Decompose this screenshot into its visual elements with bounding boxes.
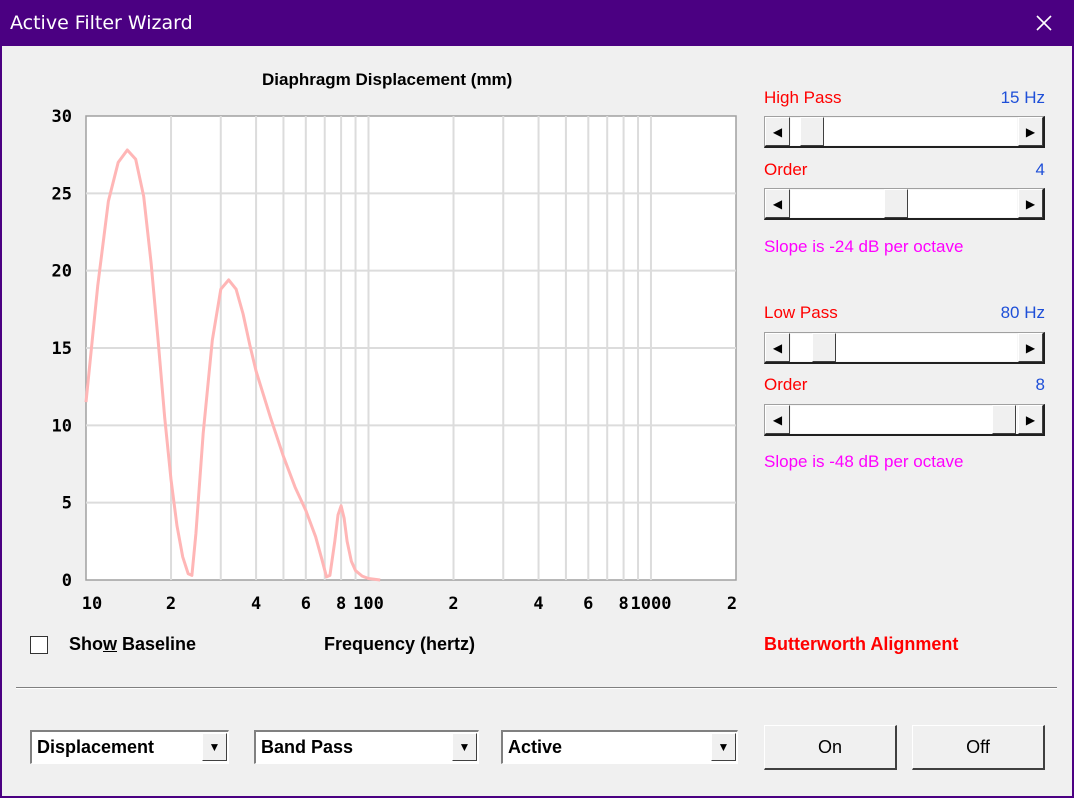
lp-slope-text: Slope is -48 dB per octave <box>764 452 964 471</box>
filter-kind-select[interactable]: Active ▼ <box>501 730 738 764</box>
high-pass-value: 15 Hz <box>1000 88 1045 107</box>
hp-order-left-arrow[interactable]: ◀ <box>765 189 790 218</box>
close-button[interactable] <box>1014 0 1074 46</box>
mode-select-button[interactable]: ▼ <box>202 733 227 761</box>
chevron-down-icon: ▼ <box>458 740 471 754</box>
active-filter-wizard-window: Active Filter Wizard Diaphragm Displacem… <box>0 0 1074 798</box>
low-pass-right-arrow[interactable]: ▶ <box>1018 333 1043 362</box>
filter-type-select[interactable]: Band Pass ▼ <box>254 730 479 764</box>
y-tick-label: 30 <box>52 107 72 127</box>
x-tick-label: 1000 <box>630 594 671 614</box>
x-tick-label: 8 <box>618 594 628 614</box>
y-tick-label: 15 <box>52 339 72 359</box>
alignment-text: Butterworth Alignment <box>764 634 959 654</box>
arrow-left-icon: ◀ <box>772 196 783 211</box>
x-tick-label: 100 <box>353 594 384 614</box>
high-pass-right-arrow[interactable]: ▶ <box>1018 117 1043 146</box>
lp-order-value: 8 <box>1035 375 1045 394</box>
y-tick-label: 25 <box>52 184 72 204</box>
arrow-right-icon: ▶ <box>1025 196 1036 211</box>
arrow-left-icon: ◀ <box>772 124 783 139</box>
x-tick-label: 6 <box>301 594 311 614</box>
low-pass-value: 80 Hz <box>1000 303 1045 322</box>
y-tick-label: 0 <box>62 571 72 591</box>
displacement-chart: 30252015105010 2 4 6 8 100 2 4 6 8 1000 2 <box>52 107 738 614</box>
high-pass-thumb[interactable] <box>800 117 824 146</box>
low-pass-slider[interactable]: ◀ ▶ <box>764 332 1045 364</box>
show-baseline-accelerator: w <box>103 634 118 654</box>
show-baseline-label-part: Baseline <box>117 634 197 654</box>
filter-type-select-value: Band Pass <box>261 737 354 757</box>
on-button[interactable]: On <box>764 725 897 770</box>
arrow-right-icon: ▶ <box>1025 340 1036 355</box>
show-baseline-label[interactable]: Show Baseline <box>69 634 196 655</box>
high-pass-left-arrow[interactable]: ◀ <box>765 117 790 146</box>
low-pass-left-arrow[interactable]: ◀ <box>765 333 790 362</box>
off-button[interactable]: Off <box>912 725 1045 770</box>
hp-order-label: Order <box>764 160 808 179</box>
x-tick-label: 6 <box>583 594 593 614</box>
hp-slope-text: Slope is -24 dB per octave <box>764 237 964 256</box>
filter-kind-select-button[interactable]: ▼ <box>711 733 736 761</box>
x-axis-title: Frequency (hertz) <box>324 634 476 654</box>
x-tick-label: 10 <box>82 594 102 614</box>
low-pass-label: Low Pass <box>764 303 838 322</box>
lp-order-left-arrow[interactable]: ◀ <box>765 405 790 434</box>
x-tick-label: 2 <box>727 594 737 614</box>
low-pass-thumb[interactable] <box>812 333 836 362</box>
lp-order-thumb[interactable] <box>992 405 1016 434</box>
chevron-down-icon: ▼ <box>717 740 730 754</box>
filter-kind-select-value: Active <box>508 737 563 757</box>
separator <box>16 687 1057 689</box>
x-tick-label: 2 <box>448 594 458 614</box>
hp-order-thumb[interactable] <box>884 189 908 218</box>
y-tick-label: 20 <box>52 262 72 282</box>
high-pass-slider[interactable]: ◀ ▶ <box>764 116 1045 148</box>
mode-select[interactable]: Displacement ▼ <box>30 730 229 764</box>
y-tick-label: 10 <box>52 416 72 436</box>
close-icon <box>1036 15 1052 31</box>
lp-order-slider-track[interactable] <box>791 406 1017 433</box>
y-tick-label: 5 <box>62 494 72 514</box>
mode-select-value: Displacement <box>37 737 155 757</box>
arrow-left-icon: ◀ <box>772 340 783 355</box>
arrow-right-icon: ▶ <box>1025 124 1036 139</box>
high-pass-label: High Pass <box>764 88 842 107</box>
hp-order-slider[interactable]: ◀ ▶ <box>764 188 1045 220</box>
show-baseline-checkbox[interactable] <box>30 636 48 654</box>
arrow-right-icon: ▶ <box>1025 412 1036 427</box>
x-tick-label: 8 <box>336 594 346 614</box>
hp-order-right-arrow[interactable]: ▶ <box>1018 189 1043 218</box>
show-baseline-label-part: Sho <box>69 634 103 654</box>
arrow-left-icon: ◀ <box>772 412 783 427</box>
lp-order-right-arrow[interactable]: ▶ <box>1018 405 1043 434</box>
chevron-down-icon: ▼ <box>208 740 221 754</box>
x-tick-label: 4 <box>533 594 543 614</box>
x-tick-label: 2 <box>166 594 176 614</box>
lp-order-label: Order <box>764 375 808 394</box>
filter-type-select-button[interactable]: ▼ <box>452 733 477 761</box>
high-pass-slider-track[interactable] <box>791 118 1017 145</box>
lp-order-slider[interactable]: ◀ ▶ <box>764 404 1045 436</box>
x-tick-label: 4 <box>251 594 261 614</box>
hp-order-value: 4 <box>1035 160 1045 179</box>
